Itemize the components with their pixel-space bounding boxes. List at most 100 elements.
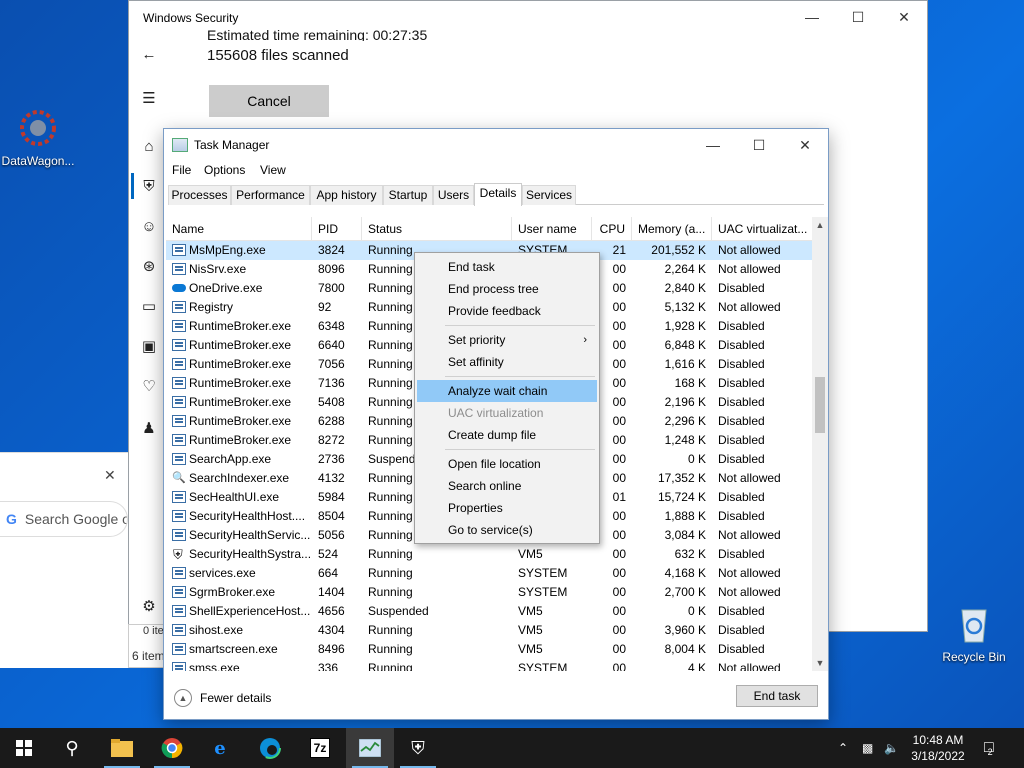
- taskbar-7zip[interactable]: 7z: [296, 728, 344, 768]
- google-search-box[interactable]: G Search Google or: [0, 501, 128, 537]
- process-icon: [172, 662, 186, 671]
- end-task-button[interactable]: End task: [736, 685, 818, 707]
- menu-item-set-affinity[interactable]: Set affinity: [417, 351, 597, 373]
- menu-view[interactable]: View: [260, 163, 286, 177]
- search-button[interactable]: ⚲: [48, 728, 96, 768]
- column-header-memory[interactable]: Memory (a...: [632, 217, 712, 241]
- menu-file[interactable]: File: [172, 163, 191, 177]
- column-header-status[interactable]: Status: [362, 217, 512, 241]
- menu-item-end-task[interactable]: End task: [417, 256, 597, 278]
- tab-details[interactable]: Details: [474, 183, 522, 206]
- tab-services[interactable]: Services: [522, 185, 576, 205]
- start-button[interactable]: [0, 728, 48, 768]
- cell-pid: 2736: [318, 452, 345, 466]
- minimize-button[interactable]: —: [690, 129, 736, 161]
- maximize-button[interactable]: ☐: [835, 1, 881, 33]
- column-header-cpu[interactable]: CPU: [592, 217, 632, 241]
- cell-mem: 0 K: [687, 452, 706, 466]
- desktop-icon-recycle-bin[interactable]: Recycle Bin: [936, 602, 1012, 664]
- close-button[interactable]: ✕: [881, 1, 927, 33]
- process-icon: [172, 434, 186, 446]
- menu-item-set-priority[interactable]: Set priority ›: [417, 329, 597, 351]
- menu-options[interactable]: Options: [204, 163, 245, 177]
- column-header-uac[interactable]: UAC virtualizat...: [712, 217, 812, 241]
- shield-icon[interactable]: ⛨: [138, 175, 160, 197]
- hamburger-menu-icon[interactable]: ☰: [138, 87, 160, 109]
- table-row[interactable]: services.exe 664 Running SYSTEM 00 4,168 K Not…: [166, 564, 812, 583]
- taskbar-chrome[interactable]: [148, 728, 196, 768]
- cell-user: VM5: [518, 604, 543, 618]
- scroll-down-icon[interactable]: ▼: [812, 655, 828, 671]
- menu-item-create-dump-file[interactable]: Create dump file: [417, 424, 597, 446]
- cell-status: Running: [368, 585, 413, 599]
- cell-uac: Not allowed: [718, 262, 781, 276]
- volume-tray-icon[interactable]: 🔈: [884, 728, 899, 768]
- process-icon: [172, 415, 186, 427]
- device-security-icon[interactable]: ▣: [138, 335, 160, 357]
- minimize-button[interactable]: —: [789, 1, 835, 33]
- network-icon[interactable]: ⊛: [138, 255, 160, 277]
- cell-name: Registry: [172, 298, 310, 317]
- cell-name: RuntimeBroker.exe: [172, 317, 310, 336]
- internet-explorer-icon: e: [214, 737, 226, 759]
- menu-item-provide-feedback[interactable]: Provide feedback: [417, 300, 597, 322]
- account-icon[interactable]: ☺: [138, 215, 160, 237]
- close-button[interactable]: ✕: [782, 129, 828, 161]
- desktop-icon-datawagon[interactable]: DataWagon...: [0, 106, 76, 168]
- fewer-details-button[interactable]: ▲ Fewer details: [174, 689, 271, 707]
- cell-name: RuntimeBroker.exe: [172, 355, 310, 374]
- scroll-up-icon[interactable]: ▲: [812, 217, 828, 233]
- table-row[interactable]: smss.exe 336 Running SYSTEM 00 4 K Not allowed: [166, 659, 812, 671]
- menu-item-open-file-location[interactable]: Open file location: [417, 453, 597, 475]
- device-health-icon[interactable]: ♡: [138, 375, 160, 397]
- vertical-scrollbar[interactable]: ▲ ▼: [812, 217, 828, 671]
- menu-item-properties[interactable]: Properties: [417, 497, 597, 519]
- clock[interactable]: 10:48 AM 3/18/2022: [906, 732, 970, 764]
- settings-gear-icon[interactable]: ⚙: [138, 595, 160, 617]
- show-hidden-icons-button[interactable]: ⌃: [838, 728, 848, 768]
- taskbar-file-explorer[interactable]: [98, 728, 146, 768]
- menu-item-label: Set priority: [448, 333, 506, 347]
- maximize-button[interactable]: ☐: [736, 129, 782, 161]
- column-header-pid[interactable]: PID: [312, 217, 362, 241]
- app-browser-icon[interactable]: ▭: [138, 295, 160, 317]
- process-icon: [172, 263, 186, 275]
- table-row[interactable]: ShellExperienceHost.... 4656 Suspended VM5 0…: [166, 602, 812, 621]
- cell-name: sihost.exe: [172, 621, 310, 640]
- table-row[interactable]: SgrmBroker.exe 1404 Running SYSTEM 00 2,700 K…: [166, 583, 812, 602]
- cell-name: SecHealthUI.exe: [172, 488, 310, 507]
- close-icon[interactable]: ✕: [104, 467, 116, 484]
- menu-item-search-online[interactable]: Search online: [417, 475, 597, 497]
- taskbar-windows-security[interactable]: ⛨: [394, 728, 442, 768]
- tab-processes[interactable]: Processes: [168, 185, 231, 205]
- table-row[interactable]: sihost.exe 4304 Running VM5 00 3,960 K Disable…: [166, 621, 812, 640]
- home-icon[interactable]: ⌂: [138, 135, 160, 157]
- menu-item-go-to-service-s[interactable]: Go to service(s): [417, 519, 597, 541]
- menu-item-label: Analyze wait chain: [448, 384, 548, 398]
- cell-name: SecurityHealthHost....: [172, 507, 310, 526]
- notification-center-button[interactable]: □ 2: [984, 728, 994, 768]
- tab-performance[interactable]: Performance: [231, 185, 310, 205]
- taskbar-task-manager[interactable]: [346, 728, 394, 768]
- menu-item-end-process-tree[interactable]: End process tree: [417, 278, 597, 300]
- cancel-scan-button[interactable]: Cancel: [209, 85, 329, 117]
- table-row[interactable]: SecurityHealthSystra... 524 Running VM5 00 63…: [166, 545, 812, 564]
- column-header-name[interactable]: Name: [166, 217, 312, 241]
- tab-startup[interactable]: Startup: [383, 185, 433, 205]
- taskbar-edge[interactable]: [246, 728, 294, 768]
- table-row[interactable]: smartscreen.exe 8496 Running VM5 00 8,004 K Di…: [166, 640, 812, 659]
- tab-users[interactable]: Users: [433, 185, 474, 205]
- back-arrow-icon[interactable]: ←: [138, 43, 160, 65]
- menu-item-label: Properties: [448, 501, 503, 515]
- cell-name: NisSrv.exe: [172, 260, 310, 279]
- tab-app-history[interactable]: App history: [310, 185, 383, 205]
- family-options-icon[interactable]: ♟: [138, 417, 160, 439]
- column-header-user-name[interactable]: User name: [512, 217, 592, 241]
- network-tray-icon[interactable]: ▩: [862, 728, 873, 768]
- process-icon: [172, 320, 186, 332]
- taskbar-internet-explorer[interactable]: e: [196, 728, 244, 768]
- menu-item-analyze-wait-chain[interactable]: Analyze wait chain: [417, 380, 597, 402]
- process-name: ShellExperienceHost....: [189, 604, 310, 618]
- task-manager-icon: [172, 138, 188, 152]
- scrollbar-thumb[interactable]: [815, 377, 825, 433]
